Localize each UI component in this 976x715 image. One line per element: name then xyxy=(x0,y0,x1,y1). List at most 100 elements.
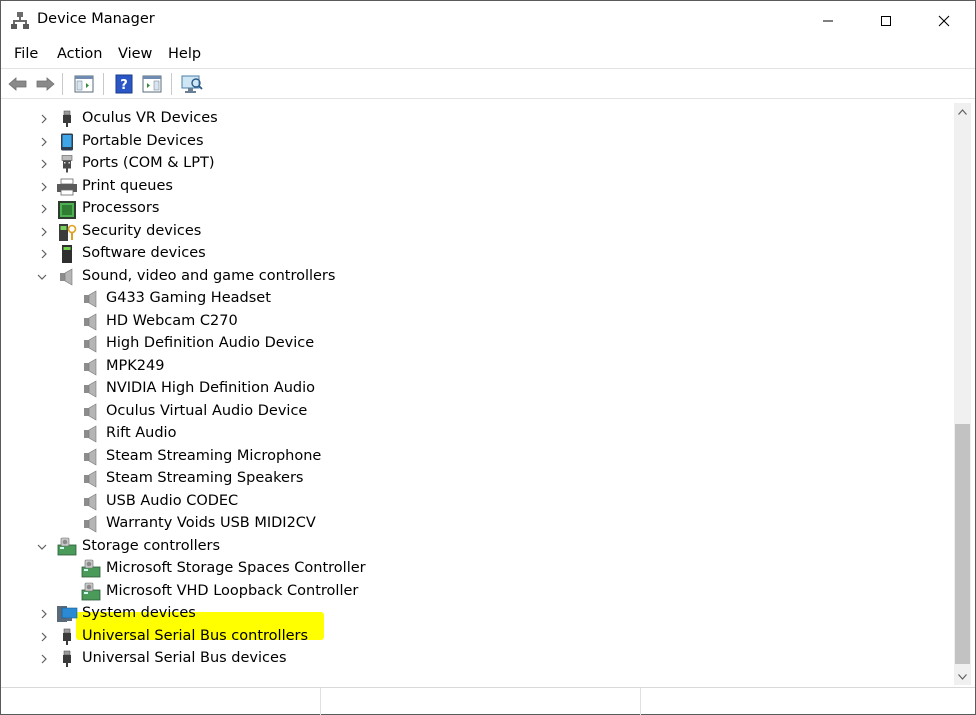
tree-item-storage-device[interactable]: Microsoft Storage Spaces Controller xyxy=(4,558,944,580)
menu-view[interactable]: View xyxy=(118,46,152,62)
scroll-down-button[interactable] xyxy=(954,668,971,685)
speaker-icon xyxy=(84,335,97,353)
tree-item-security-devices[interactable]: Security devices xyxy=(4,221,944,243)
chevron-right-icon[interactable] xyxy=(38,608,50,620)
chevron-right-icon[interactable] xyxy=(38,181,50,193)
menu-action[interactable]: Action xyxy=(57,46,102,62)
tree-item-usb-controllers[interactable]: Universal Serial Bus controllers xyxy=(4,626,944,648)
tree-item-processors[interactable]: Processors xyxy=(4,198,944,220)
usb-plug-icon xyxy=(63,650,71,667)
speaker-icon xyxy=(84,380,97,398)
tree-item-audio-device[interactable]: Steam Streaming Speakers xyxy=(4,468,944,490)
tree-item-label: Ports (COM & LPT) xyxy=(82,155,215,171)
tree-item-storage-device[interactable]: Microsoft VHD Loopback Controller xyxy=(4,581,944,603)
chevron-right-icon[interactable] xyxy=(38,113,50,125)
maximize-button[interactable] xyxy=(857,1,915,40)
tree-item-label: Security devices xyxy=(82,223,202,239)
forward-button[interactable] xyxy=(34,73,56,95)
tree-item-label: Oculus VR Devices xyxy=(82,110,218,126)
tree-item-audio-device-highlighted[interactable]: Warranty Voids USB MIDI2CV xyxy=(4,513,944,535)
tree-item-audio-device[interactable]: Steam Streaming Microphone xyxy=(4,446,944,468)
device-tree[interactable]: Oculus VR Devices Portable Devices Ports… xyxy=(4,103,954,685)
tree-item-print-queues[interactable]: Print queues xyxy=(4,176,944,198)
chevron-right-icon[interactable] xyxy=(38,631,50,643)
printer-icon xyxy=(57,178,77,196)
speaker-icon xyxy=(84,425,97,443)
minimize-icon xyxy=(823,20,833,21)
storage-controller-icon xyxy=(57,537,77,556)
device-manager-icon xyxy=(11,11,29,29)
tree-item-label: Software devices xyxy=(82,245,206,261)
speaker-icon xyxy=(84,290,97,308)
title-bar[interactable]: Device Manager xyxy=(1,1,975,40)
tree-item-audio-device[interactable]: G433 Gaming Headset xyxy=(4,288,944,310)
speaker-icon xyxy=(84,493,97,511)
help-button[interactable]: ? xyxy=(113,73,135,95)
scroll-up-icon xyxy=(958,108,967,115)
chevron-right-icon[interactable] xyxy=(38,136,50,148)
close-button[interactable] xyxy=(915,1,973,40)
portable-device-icon xyxy=(61,133,73,151)
tree-item-label: Steam Streaming Microphone xyxy=(106,448,322,464)
tree-item-software-devices[interactable]: Software devices xyxy=(4,243,944,265)
port-icon xyxy=(61,155,73,173)
window-title: Device Manager xyxy=(37,11,155,27)
chevron-right-icon[interactable] xyxy=(38,226,50,238)
tree-item-sound-video-game-controllers[interactable]: Sound, video and game controllers xyxy=(4,266,944,288)
tree-item-audio-device[interactable]: NVIDIA High Definition Audio xyxy=(4,378,944,400)
tree-item-label: NVIDIA High Definition Audio xyxy=(106,380,315,396)
system-device-icon xyxy=(57,606,78,622)
scroll-thumb[interactable] xyxy=(955,424,970,664)
chevron-down-icon[interactable] xyxy=(36,541,48,553)
tree-item-audio-device[interactable]: HD Webcam C270 xyxy=(4,311,944,333)
scroll-up-button[interactable] xyxy=(954,103,971,120)
tree-item-system-devices[interactable]: System devices xyxy=(4,603,944,625)
chevron-right-icon[interactable] xyxy=(38,248,50,260)
menu-bar: File Action View Help xyxy=(1,41,975,67)
tree-item-label: Storage controllers xyxy=(82,538,221,554)
show-hide-console-tree-button[interactable] xyxy=(73,73,95,95)
help-icon: ? xyxy=(115,74,133,94)
menu-file[interactable]: File xyxy=(14,46,38,62)
speaker-icon xyxy=(60,268,73,286)
chevron-right-icon[interactable] xyxy=(38,158,50,170)
usb-plug-icon xyxy=(63,110,71,127)
tree-item-label: Microsoft Storage Spaces Controller xyxy=(106,560,366,576)
scan-hardware-button[interactable] xyxy=(181,73,203,95)
speaker-icon xyxy=(84,515,97,533)
speaker-icon xyxy=(84,470,97,488)
maximize-icon xyxy=(881,15,891,26)
minimize-button[interactable] xyxy=(799,1,857,40)
properties-button[interactable] xyxy=(141,73,163,95)
tree-item-portable-devices[interactable]: Portable Devices xyxy=(4,131,944,153)
tree-item-usb-devices[interactable]: Universal Serial Bus devices xyxy=(4,648,944,670)
speaker-icon xyxy=(84,313,97,331)
tree-item-ports[interactable]: Ports (COM & LPT) xyxy=(4,153,944,175)
tree-item-audio-device[interactable]: MPK249 xyxy=(4,356,944,378)
tree-item-label: Steam Streaming Speakers xyxy=(106,470,304,486)
chevron-down-icon[interactable] xyxy=(36,271,48,283)
vertical-scrollbar[interactable] xyxy=(954,103,971,685)
back-button[interactable] xyxy=(7,73,29,95)
toolbar-separator xyxy=(171,73,172,95)
menu-help[interactable]: Help xyxy=(168,46,201,62)
tree-item-label: HD Webcam C270 xyxy=(106,313,238,329)
tree-item-audio-device[interactable]: Oculus Virtual Audio Device xyxy=(4,401,944,423)
tree-item-label: Universal Serial Bus devices xyxy=(82,650,287,666)
usb-plug-icon xyxy=(63,628,71,645)
tree-item-label: G433 Gaming Headset xyxy=(106,290,271,306)
tree-item-audio-device[interactable]: High Definition Audio Device xyxy=(4,333,944,355)
toolbar: ? xyxy=(1,68,975,99)
tree-item-label: Sound, video and game controllers xyxy=(82,268,336,284)
tree-item-storage-controllers[interactable]: Storage controllers xyxy=(4,536,944,558)
software-device-icon xyxy=(62,245,72,263)
back-icon xyxy=(8,77,27,91)
tree-item-oculus-vr-devices[interactable]: Oculus VR Devices xyxy=(4,108,944,130)
tree-item-audio-device[interactable]: USB Audio CODEC xyxy=(4,491,944,513)
tree-item-label: Warranty Voids USB MIDI2CV xyxy=(106,515,316,531)
tree-item-label: Oculus Virtual Audio Device xyxy=(106,403,308,419)
chevron-right-icon[interactable] xyxy=(38,653,50,665)
chevron-right-icon[interactable] xyxy=(38,203,50,215)
tree-item-label: Print queues xyxy=(82,178,173,194)
tree-item-audio-device[interactable]: Rift Audio xyxy=(4,423,944,445)
